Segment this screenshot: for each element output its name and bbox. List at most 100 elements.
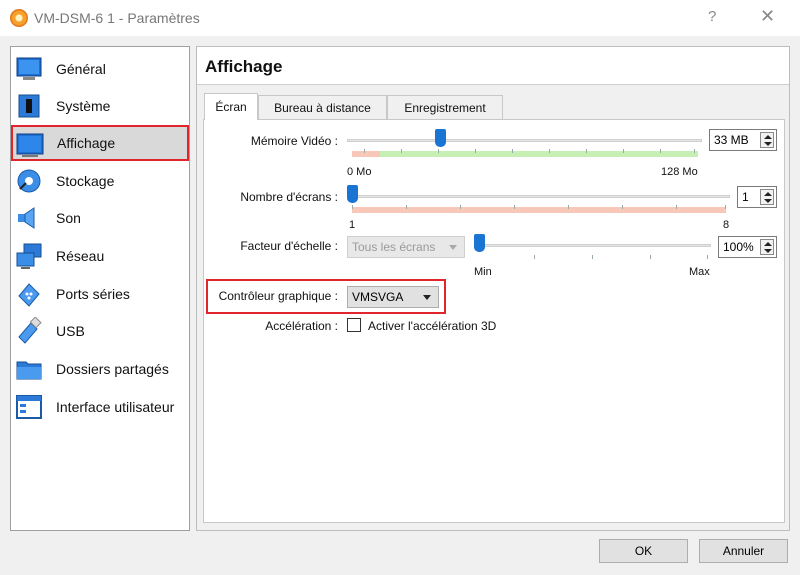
sidebar-item-general[interactable]: Général: [12, 51, 188, 87]
scale-factor-screen-dropdown[interactable]: Tous les écrans: [347, 236, 465, 258]
tick: [401, 149, 402, 153]
sidebar-item-user-interface[interactable]: Interface utilisateur: [12, 389, 188, 425]
scale-factor-label: Facteur d'échelle :: [240, 239, 338, 253]
tab-remote-display[interactable]: Bureau à distance: [258, 95, 387, 119]
close-button[interactable]: ✕: [760, 6, 775, 27]
tick: [406, 205, 407, 209]
video-memory-scale-red: [352, 151, 380, 157]
shared-folders-icon: [16, 361, 42, 380]
tick: [512, 149, 513, 153]
tick: [438, 149, 439, 153]
sidebar-item-label: Interface utilisateur: [56, 399, 175, 415]
sidebar-item-label: Ports séries: [56, 286, 130, 302]
tick: [549, 149, 550, 153]
sidebar-item-usb[interactable]: USB: [12, 313, 188, 349]
sidebar-item-label: Son: [56, 210, 81, 226]
video-memory-value: 33 MB: [714, 133, 749, 147]
graphics-controller-dropdown[interactable]: VMSVGA: [347, 286, 439, 308]
page-header: Affichage: [197, 47, 789, 85]
sidebar-item-serial-ports[interactable]: Ports séries: [12, 276, 188, 312]
sidebar-item-storage[interactable]: Stockage: [12, 163, 188, 199]
video-memory-slider-thumb[interactable]: [435, 129, 446, 147]
acceleration-label: Accélération :: [265, 319, 338, 333]
screen-tab-panel: Mémoire Vidéo : 0 Mo 128 Mo 33 MB Nombre…: [203, 119, 785, 523]
sidebar-item-system[interactable]: Système: [12, 88, 188, 124]
scale-factor-slider-track[interactable]: [474, 244, 711, 247]
page-title: Affichage: [205, 57, 283, 76]
spin-arrows-icon[interactable]: [760, 239, 774, 255]
screens-count-spinbox[interactable]: 1: [737, 186, 777, 208]
scale-factor-min-label: Min: [474, 266, 492, 278]
graphics-controller-label: Contrôleur graphique :: [218, 289, 338, 303]
tick: [622, 205, 623, 209]
sidebar-item-network[interactable]: Réseau: [12, 238, 188, 274]
video-memory-scale-green: [380, 151, 698, 157]
screens-count-max-label: 8: [723, 219, 730, 231]
title-bar: VM-DSM-6 1 - Paramètres ? ✕: [0, 0, 800, 36]
enable-3d-acceleration-label[interactable]: Activer l'accélération 3D: [368, 319, 496, 333]
tick: [364, 149, 365, 153]
screens-count-label: Nombre d'écrans :: [240, 190, 338, 204]
screens-count-scale: [352, 207, 726, 213]
enable-3d-acceleration-checkbox[interactable]: [347, 318, 361, 332]
display-icon: [16, 133, 44, 157]
screens-count-value: 1: [742, 190, 749, 204]
serial-ports-icon: [18, 283, 40, 307]
sidebar-item-label: USB: [56, 323, 85, 339]
screens-count-slider-track[interactable]: [347, 195, 730, 198]
chevron-down-icon: [449, 245, 457, 250]
usb-icon: [18, 317, 42, 344]
general-icon: [16, 57, 42, 80]
sidebar-item-label: Général: [56, 61, 106, 77]
tick: [676, 205, 677, 209]
screens-count-slider-thumb[interactable]: [347, 185, 358, 203]
tick: [534, 255, 535, 259]
system-icon: [18, 94, 40, 118]
video-memory-max-label: 128 Mo: [661, 166, 698, 178]
help-button[interactable]: ?: [708, 8, 716, 25]
window-title: VM-DSM-6 1 - Paramètres: [34, 10, 200, 26]
tick: [707, 255, 708, 259]
scale-factor-slider-thumb[interactable]: [474, 234, 485, 252]
tick: [460, 205, 461, 209]
tick: [694, 149, 695, 153]
scale-factor-value: 100%: [723, 240, 754, 254]
tab-recording[interactable]: Enregistrement: [387, 95, 503, 119]
virtualbox-app-icon: [10, 9, 28, 27]
sound-icon: [18, 207, 35, 229]
spin-arrows-icon[interactable]: [760, 189, 774, 205]
cancel-button[interactable]: Annuler: [699, 539, 788, 563]
video-memory-slider-track[interactable]: [347, 139, 702, 142]
sidebar-item-display[interactable]: Affichage: [11, 125, 189, 161]
video-memory-label: Mémoire Vidéo :: [250, 134, 338, 148]
tick: [623, 149, 624, 153]
video-memory-spinbox[interactable]: 33 MB: [709, 129, 777, 151]
tab-screen[interactable]: Écran: [204, 93, 258, 120]
network-icon: [16, 243, 42, 269]
storage-icon: [17, 169, 41, 193]
chevron-down-icon: [423, 295, 431, 300]
scale-factor-spinbox[interactable]: 100%: [718, 236, 777, 258]
tick: [586, 149, 587, 153]
sidebar-item-sound[interactable]: Son: [12, 200, 188, 236]
scale-factor-max-label: Max: [689, 266, 710, 278]
tick: [592, 255, 593, 259]
spin-arrows-icon[interactable]: [760, 132, 774, 148]
scale-factor-screen-value: Tous les écrans: [352, 240, 436, 254]
screens-count-min-label: 1: [349, 219, 356, 231]
tick: [725, 205, 726, 209]
settings-sidebar: Général Système Affichage Stockage Son R…: [10, 46, 190, 531]
sidebar-item-label: Dossiers partagés: [56, 361, 169, 377]
tick: [568, 205, 569, 209]
ok-button[interactable]: OK: [599, 539, 688, 563]
sidebar-item-shared-folders[interactable]: Dossiers partagés: [12, 351, 188, 387]
sidebar-item-label: Réseau: [56, 248, 105, 264]
sidebar-item-label: Affichage: [57, 135, 116, 151]
graphics-controller-value: VMSVGA: [352, 290, 404, 304]
sidebar-item-label: Stockage: [56, 173, 115, 189]
user-interface-icon: [16, 395, 42, 419]
sidebar-item-label: Système: [56, 98, 111, 114]
tick: [352, 205, 353, 209]
tick: [650, 255, 651, 259]
video-memory-min-label: 0 Mo: [347, 166, 372, 178]
